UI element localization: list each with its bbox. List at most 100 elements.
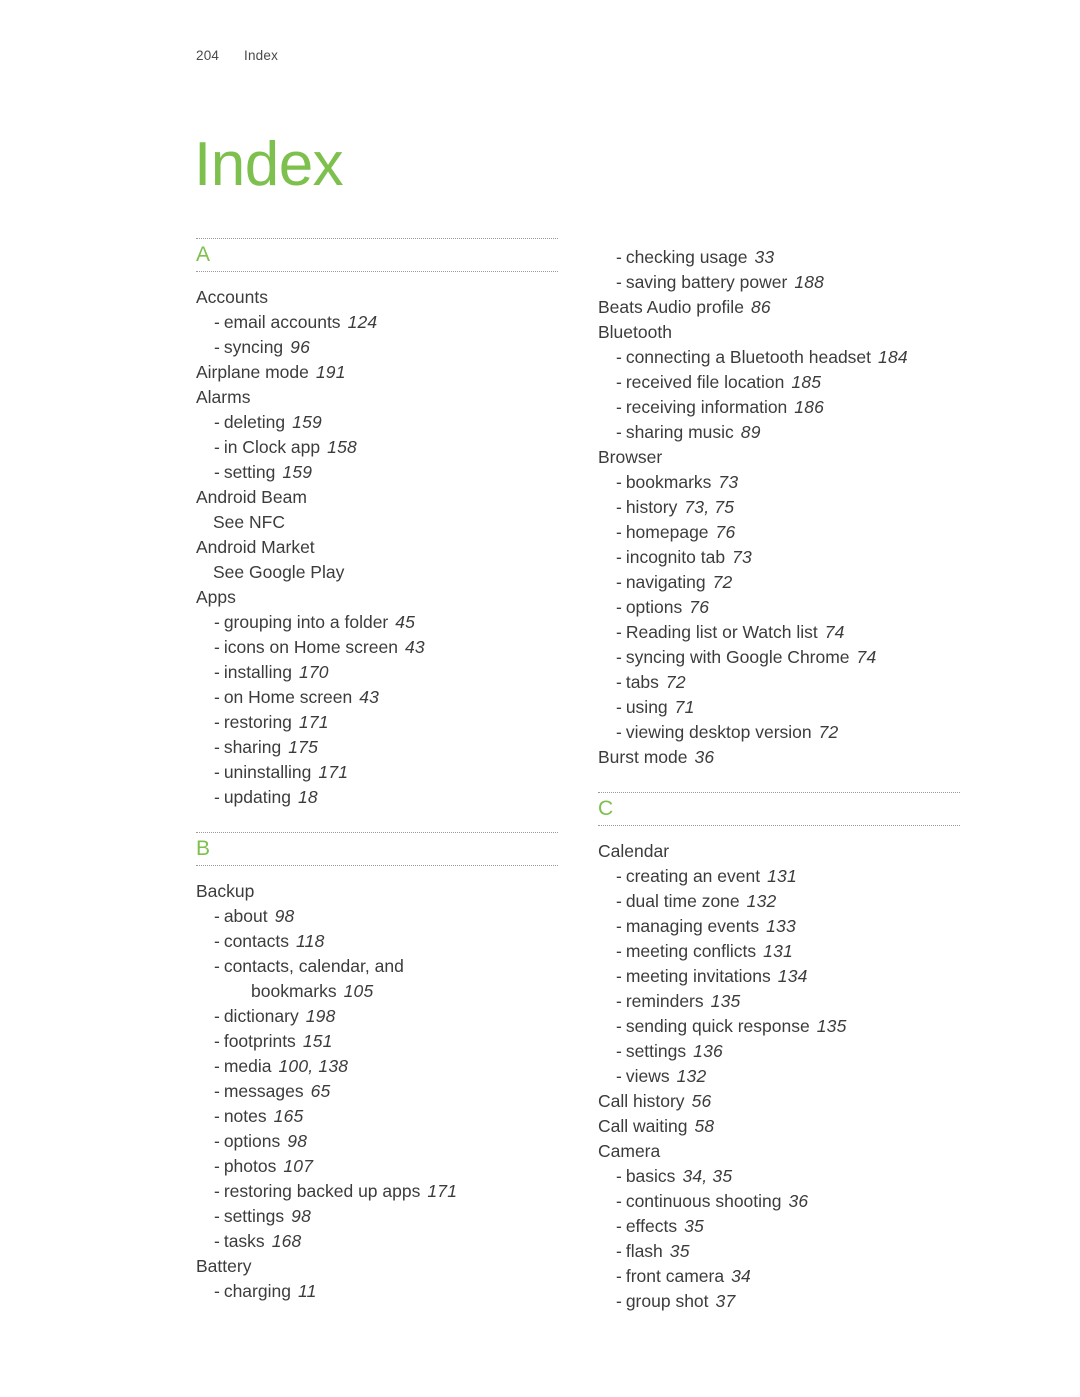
index-entry-main[interactable]: Beats Audio profile 86 bbox=[598, 295, 960, 320]
index-entry-page-number: 171 bbox=[427, 1181, 458, 1201]
index-entry-main[interactable]: Battery bbox=[196, 1254, 558, 1279]
index-entry-sub[interactable]: - receiving information 186 bbox=[598, 395, 960, 420]
index-entry-sub[interactable]: - tasks 168 bbox=[196, 1229, 558, 1254]
index-entry-sub[interactable]: - contacts, calendar, and bbox=[196, 954, 558, 979]
index-entry-sub[interactable]: - dual time zone 132 bbox=[598, 889, 960, 914]
index-entry-sub[interactable]: - photos 107 bbox=[196, 1154, 558, 1179]
index-entry-main[interactable]: Camera bbox=[598, 1139, 960, 1164]
index-entry-page-number: 74 bbox=[856, 647, 877, 667]
index-entry-sub[interactable]: - viewing desktop version 72 bbox=[598, 720, 960, 745]
index-entry-sub[interactable]: - restoring backed up apps 171 bbox=[196, 1179, 558, 1204]
index-entry-page-number: 131 bbox=[767, 866, 797, 886]
index-entry-main[interactable]: Browser bbox=[598, 445, 960, 470]
index-entry-label: grouping into a folder bbox=[223, 612, 389, 632]
index-entry-sub[interactable]: - setting 159 bbox=[196, 460, 558, 485]
bullet-dash-icon: - bbox=[214, 737, 220, 757]
index-entry-main[interactable]: Call waiting 58 bbox=[598, 1114, 960, 1139]
index-entry-sub[interactable]: - notes 165 bbox=[196, 1104, 558, 1129]
index-entry-main[interactable]: Calendar bbox=[598, 839, 960, 864]
index-entry-label: Reading list or Watch list bbox=[625, 622, 818, 642]
index-entry-main[interactable]: Alarms bbox=[196, 385, 558, 410]
index-entry-page-number: 76 bbox=[689, 597, 710, 617]
index-entry-sub[interactable]: - options 76 bbox=[598, 595, 960, 620]
index-entry-main[interactable]: Call history 56 bbox=[598, 1089, 960, 1114]
index-entry-label: history bbox=[625, 497, 678, 517]
index-entry-sub[interactable]: - meeting conflicts 131 bbox=[598, 939, 960, 964]
index-entry-continuation[interactable]: bookmarks 105 bbox=[196, 979, 558, 1004]
index-entry-sub[interactable]: - reminders 135 bbox=[598, 989, 960, 1014]
index-entry-sub[interactable]: - about 98 bbox=[196, 904, 558, 929]
index-entry-sub[interactable]: - options 98 bbox=[196, 1129, 558, 1154]
index-entry-sub[interactable]: - effects 35 bbox=[598, 1214, 960, 1239]
index-entry-sub[interactable]: - history 73, 75 bbox=[598, 495, 960, 520]
index-entry-main[interactable]: Accounts bbox=[196, 285, 558, 310]
index-entry-main[interactable]: Android Beam bbox=[196, 485, 558, 510]
index-entry-sub[interactable]: - sharing music 89 bbox=[598, 420, 960, 445]
index-entry-sub[interactable]: - media 100, 138 bbox=[196, 1054, 558, 1079]
index-entry-page-number: 43 bbox=[404, 637, 425, 657]
index-entry-sub[interactable]: - installing 170 bbox=[196, 660, 558, 685]
index-entry-sub[interactable]: - footprints 151 bbox=[196, 1029, 558, 1054]
index-entry-sub[interactable]: - saving battery power 188 bbox=[598, 270, 960, 295]
index-entry-sub[interactable]: - Reading list or Watch list 74 bbox=[598, 620, 960, 645]
index-entry-sub[interactable]: - sending quick response 135 bbox=[598, 1014, 960, 1039]
index-entry-main[interactable]: Android Market bbox=[196, 535, 558, 560]
index-entry-sub[interactable]: - received file location 185 bbox=[598, 370, 960, 395]
index-entry-sub[interactable]: - tabs 72 bbox=[598, 670, 960, 695]
index-entry-sub[interactable]: - updating 18 bbox=[196, 785, 558, 810]
bullet-dash-icon: - bbox=[616, 991, 622, 1011]
index-entry-sub[interactable]: - in Clock app 158 bbox=[196, 435, 558, 460]
index-entry-sub[interactable]: - views 132 bbox=[598, 1064, 960, 1089]
index-entry-sub[interactable]: - email accounts 124 bbox=[196, 310, 558, 335]
index-entry-sub[interactable]: - connecting a Bluetooth headset 184 bbox=[598, 345, 960, 370]
bullet-dash-icon: - bbox=[214, 762, 220, 782]
index-entry-main[interactable]: Burst mode 36 bbox=[598, 745, 960, 770]
index-cross-reference[interactable]: See NFC bbox=[196, 510, 558, 535]
index-entry-sub[interactable]: - using 71 bbox=[598, 695, 960, 720]
index-entry-main[interactable]: Airplane mode 191 bbox=[196, 360, 558, 385]
index-entry-sub[interactable]: - syncing 96 bbox=[196, 335, 558, 360]
index-entry-sub[interactable]: - uninstalling 171 bbox=[196, 760, 558, 785]
index-entry-sub[interactable]: - dictionary 198 bbox=[196, 1004, 558, 1029]
index-entry-page-number: 98 bbox=[274, 906, 295, 926]
index-entry-sub[interactable]: - charging 11 bbox=[196, 1279, 558, 1304]
index-entry-sub[interactable]: - deleting 159 bbox=[196, 410, 558, 435]
index-entry-sub[interactable]: - on Home screen 43 bbox=[196, 685, 558, 710]
index-entry-sub[interactable]: - creating an event 131 bbox=[598, 864, 960, 889]
index-entry-main[interactable]: Backup bbox=[196, 879, 558, 904]
index-entry-sub[interactable]: - front camera 34 bbox=[598, 1264, 960, 1289]
left-column: A Accounts - email accounts 124- syncing 96 Air… bbox=[196, 238, 558, 1314]
index-entry-sub[interactable]: - bookmarks 73 bbox=[598, 470, 960, 495]
index-entry-sub[interactable]: - continuous shooting 36 bbox=[598, 1189, 960, 1214]
index-entry-page-number: 151 bbox=[302, 1031, 333, 1051]
index-entry-sub[interactable]: - messages 65 bbox=[196, 1079, 558, 1104]
index-entry-sub[interactable]: - homepage 76 bbox=[598, 520, 960, 545]
index-entry-label: uninstalling bbox=[223, 762, 312, 782]
index-entry-sub[interactable]: - grouping into a folder 45 bbox=[196, 610, 558, 635]
right-column: - checking usage 33 - saving battery power 18… bbox=[598, 238, 960, 1314]
index-entry-label: Burst mode bbox=[598, 747, 688, 767]
index-entry-sub[interactable]: - contacts 118 bbox=[196, 929, 558, 954]
index-entry-sub[interactable]: - settings 136 bbox=[598, 1039, 960, 1064]
index-entry-sub[interactable]: - sharing 175 bbox=[196, 735, 558, 760]
index-entry-label: Browser bbox=[598, 447, 663, 467]
bullet-dash-icon: - bbox=[616, 1266, 622, 1286]
index-entry-sub[interactable]: - meeting invitations 134 bbox=[598, 964, 960, 989]
index-entry-main[interactable]: Apps bbox=[196, 585, 558, 610]
index-entry-sub[interactable]: - incognito tab 73 bbox=[598, 545, 960, 570]
index-entry-sub[interactable]: - checking usage 33 bbox=[598, 245, 960, 270]
index-entry-page-number: 132 bbox=[676, 1066, 707, 1086]
index-entry-sub[interactable]: - group shot 37 bbox=[598, 1289, 960, 1314]
index-entry-sub[interactable]: - icons on Home screen 43 bbox=[196, 635, 558, 660]
index-entry-sub[interactable]: - flash 35 bbox=[598, 1239, 960, 1264]
index-entry-label: incognito tab bbox=[625, 547, 726, 567]
index-entry-sub[interactable]: - restoring 171 bbox=[196, 710, 558, 735]
index-entry-sub[interactable]: - basics 34, 35 bbox=[598, 1164, 960, 1189]
index-entry-sub[interactable]: - navigating 72 bbox=[598, 570, 960, 595]
index-entry-sub[interactable]: - managing events 133 bbox=[598, 914, 960, 939]
index-cross-reference[interactable]: See Google Play bbox=[196, 560, 558, 585]
index-entry-sub[interactable]: - syncing with Google Chrome 74 bbox=[598, 645, 960, 670]
index-entry-main[interactable]: Bluetooth bbox=[598, 320, 960, 345]
bullet-dash-icon: - bbox=[616, 1016, 622, 1036]
index-entry-sub[interactable]: - settings 98 bbox=[196, 1204, 558, 1229]
